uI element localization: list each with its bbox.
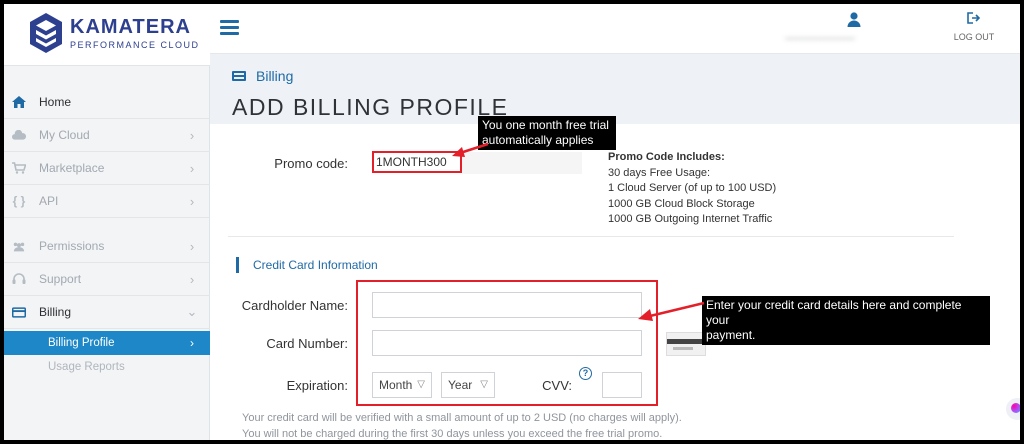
main-content: Billing ADD BILLING PROFILE Promo code: … [210,54,1020,440]
kamatera-logo-icon [30,13,62,53]
credit-card-icon [12,305,26,319]
page-header: Billing ADD BILLING PROFILE [210,54,1020,124]
headset-icon [12,272,26,286]
chevron-right-icon: › [189,193,195,209]
page-title: ADD BILLING PROFILE [232,94,509,120]
annotation-callout-card: Enter your credit card details here and … [702,296,990,345]
sidebar-item-home[interactable]: Home [4,86,210,119]
promo-includes-title: Promo Code Includes: [608,151,725,163]
callout-line: Enter your credit card details here and … [706,298,962,327]
sidebar-item-support[interactable]: Support › [4,263,210,296]
chevron-right-icon: › [189,238,195,254]
promo-include-item: 30 days Free Usage: [608,166,711,179]
sidebar-item-label: Home [39,95,72,109]
sidebar-item-billing[interactable]: Billing ⌄ [4,296,210,329]
logout-icon [967,12,981,24]
cloud-icon [12,128,26,142]
verification-note: Your credit card will be verified with a… [242,412,682,424]
callout-line: You one month free trial [482,118,609,132]
user-menu[interactable]: •••••••••••••••••••• [780,12,930,48]
username: •••••••••••••••••••• [785,34,856,45]
annotation-arrow-card [638,301,705,321]
sidebar-item-label: Marketplace [39,161,105,175]
annotation-arrow-promo [452,142,489,157]
code-braces-icon: { } [12,194,26,208]
chevron-right-icon: › [190,336,194,350]
sidebar-item-label: Billing [39,305,72,319]
expiration-label: Expiration: [286,378,348,393]
callout-line: automatically applies [482,133,594,147]
chevron-right-icon: › [189,271,195,287]
sidebar-item-marketplace[interactable]: Marketplace › [4,152,210,185]
sidebar-item-api[interactable]: { } API › [4,185,210,218]
card-number-label: Card Number: [266,336,348,351]
sidebar-item-label: API [39,194,59,208]
chevron-right-icon: › [189,127,195,143]
annotation-highlight-card [356,280,658,406]
callout-line: payment. [706,328,756,342]
logo[interactable]: KAMATERA PERFORMANCE CLOUD [4,4,210,66]
sidebar-item-permissions[interactable]: Permissions › [4,230,210,263]
trial-note: You will not be charged during the first… [242,428,663,440]
users-icon [12,239,26,253]
promo-includes: Promo Code Includes: 30 days Free Usage:… [608,150,776,228]
sidebar-subitem-usage-reports[interactable]: Usage Reports [4,355,210,379]
app-window: KAMATERA PERFORMANCE CLOUD Home My Cloud… [4,4,1020,440]
credit-card-back-icon [666,332,706,356]
breadcrumb[interactable]: Billing [232,68,293,84]
hamburger-menu-icon[interactable] [220,20,239,35]
sidebar-item-label: Permissions [39,239,105,253]
sidebar: KAMATERA PERFORMANCE CLOUD Home My Cloud… [4,4,210,440]
brand-name: KAMATERA [70,16,191,38]
top-bar: •••••••••••••••••••• LOG OUT [210,4,1020,54]
promo-include-item: 1 Cloud Server (of up to 100 USD) [608,182,777,194]
sidebar-subitem-billing-profile[interactable]: Billing Profile › [4,331,210,355]
sidebar-item-label: Support [39,272,82,286]
sidebar-item-label: My Cloud [39,128,90,142]
annotation-callout-promo: You one month free trial automatically a… [478,116,616,150]
chevron-right-icon: › [189,160,195,176]
cart-icon [12,161,26,175]
credit-card-section-title: Credit Card Information [236,257,378,273]
logout-button[interactable]: LOG OUT [944,12,1004,46]
promo-include-item: 1000 GB Outgoing Internet Traffic [608,213,773,225]
promo-include-item: 1000 GB Cloud Block Storage [608,197,755,210]
logout-label: LOG OUT [953,32,995,42]
sidebar-subitem-label: Billing Profile [48,337,115,349]
breadcrumb-label: Billing [256,68,294,84]
user-icon [847,12,861,27]
promo-code-label: Promo code: [274,156,348,171]
credit-card-icon [232,71,246,81]
promo-code-value: 1MONTH300 [376,155,447,169]
section-divider [228,236,954,237]
sidebar-item-my-cloud[interactable]: My Cloud › [4,119,210,152]
home-icon [12,95,26,109]
cardholder-name-label: Cardholder Name: [241,298,348,313]
sidebar-subitem-label: Usage Reports [48,361,125,373]
chevron-down-icon: ⌄ [186,304,198,319]
brand-tagline: PERFORMANCE CLOUD [70,40,200,50]
